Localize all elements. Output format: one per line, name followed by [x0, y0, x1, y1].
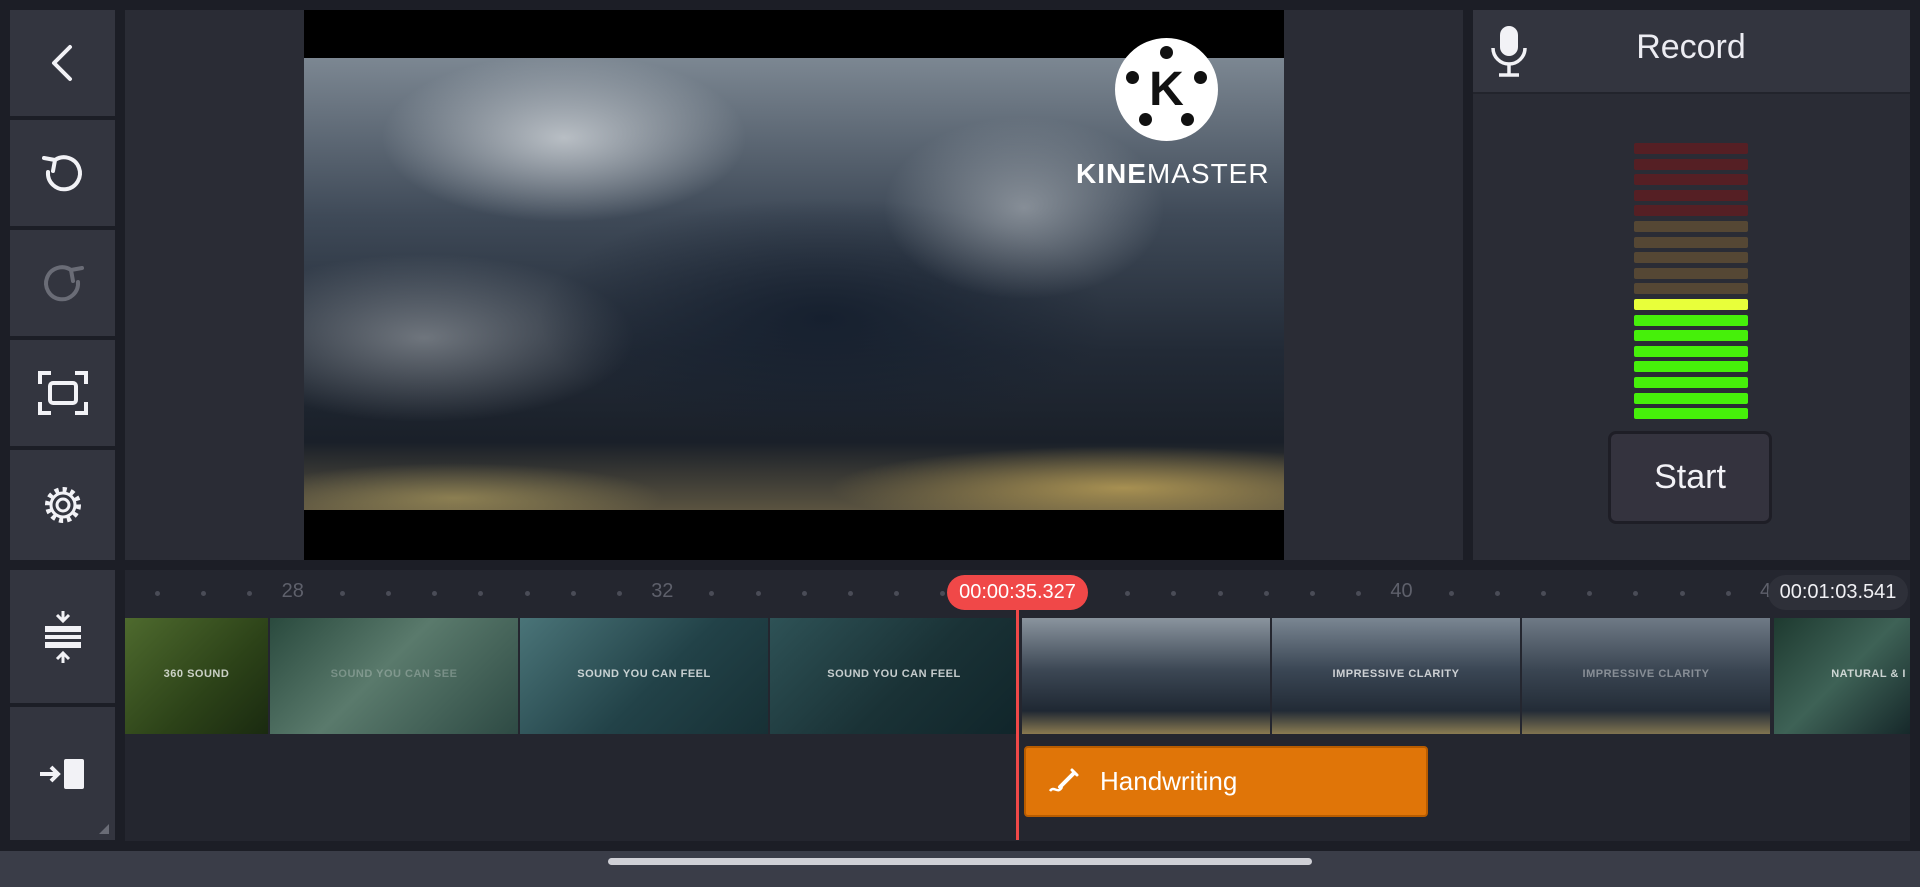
corner-indicator-icon: [99, 824, 109, 834]
ruler-tick: [1310, 591, 1315, 596]
ruler-tick: [247, 591, 253, 596]
ruler-tick: [155, 591, 160, 596]
level-segment: [1634, 236, 1748, 248]
redo-button[interactable]: [10, 230, 115, 336]
ruler-tick: [478, 591, 484, 596]
back-button[interactable]: [10, 10, 115, 116]
ruler-tick: [709, 591, 715, 596]
playhead-line[interactable]: [1016, 606, 1019, 840]
ruler-tick: [1217, 591, 1223, 596]
start-record-button[interactable]: Start: [1608, 431, 1772, 524]
level-segment: [1634, 143, 1748, 154]
video-clip[interactable]: SOUND YOU CAN FEEL: [770, 618, 1018, 734]
ruler-tick: [848, 591, 853, 596]
undo-icon: [41, 155, 82, 192]
jump-to-end-button[interactable]: [10, 707, 115, 840]
handwriting-layer-clip[interactable]: Handwriting: [1024, 746, 1428, 817]
ruler-tick: [1725, 591, 1731, 596]
level-segment: [1634, 408, 1748, 420]
ruler-tick: [1356, 591, 1362, 596]
video-clip[interactable]: SOUND YOU CAN SEE: [270, 618, 518, 734]
timeline-adjust-button[interactable]: [10, 570, 115, 703]
handwriting-icon: [1048, 768, 1079, 792]
timeline-adjust-icon: [44, 610, 81, 663]
level-segment: [1634, 189, 1748, 201]
ruler-tick: [755, 591, 761, 596]
ruler-label: 28: [281, 580, 304, 602]
ruler-tick: [339, 591, 345, 596]
bottom-bar: [0, 851, 1920, 887]
gear-icon: [44, 487, 81, 523]
settings-button[interactable]: [10, 450, 115, 560]
ruler-tick: [1679, 591, 1685, 596]
fullscreen-icon: [37, 371, 88, 415]
undo-button[interactable]: [10, 120, 115, 226]
ruler-tick: [432, 591, 438, 596]
video-clip[interactable]: 360 SOUND: [125, 618, 268, 734]
ruler-tick: [1587, 591, 1593, 596]
ruler-label: 32: [651, 580, 674, 602]
level-segment: [1634, 392, 1748, 404]
ruler-label: 40: [1390, 580, 1413, 602]
ruler-tick: [1263, 591, 1269, 596]
level-segment: [1634, 267, 1748, 279]
kinemaster-logo: K: [1115, 38, 1218, 141]
redo-icon: [43, 265, 84, 302]
level-segment: [1634, 330, 1748, 342]
level-segment: [1634, 283, 1748, 295]
ruler-tick: [1541, 591, 1546, 596]
ruler-tick: [386, 591, 391, 596]
ruler-tick: [1633, 591, 1639, 596]
ruler-tick: [1494, 591, 1500, 596]
level-segment: [1634, 376, 1748, 388]
level-segment: [1634, 205, 1748, 217]
video-clip[interactable]: [1022, 618, 1270, 734]
level-segment: [1634, 158, 1748, 170]
level-segment: [1634, 345, 1748, 357]
ruler-tick: [894, 591, 900, 596]
ruler-tick: [801, 591, 807, 596]
watermark-text: KINEMASTER: [1076, 158, 1270, 189]
level-segment: [1634, 314, 1748, 326]
ruler-tick: [1125, 591, 1131, 596]
video-clip[interactable]: NATURAL & I: [1774, 618, 1910, 734]
ruler-tick: [1171, 591, 1177, 596]
ruler-tick: [1448, 591, 1454, 596]
fullscreen-button[interactable]: [10, 340, 115, 446]
level-segment: [1634, 252, 1748, 264]
record-title: Record: [1636, 28, 1746, 66]
level-segment: [1634, 361, 1748, 373]
ruler-tick: [570, 591, 576, 596]
total-duration: 00:01:03.541: [1768, 575, 1908, 610]
microphone-icon: [1491, 26, 1527, 77]
level-segment: [1634, 174, 1748, 186]
chevron-left-icon: [51, 45, 72, 81]
ruler-tick: [617, 591, 622, 596]
level-segment: [1634, 220, 1748, 232]
home-indicator[interactable]: [608, 858, 1312, 865]
jump-to-end-icon: [39, 758, 84, 789]
ruler-tick: [524, 591, 530, 596]
video-clip[interactable]: IMPRESSIVE CLARITY: [1272, 618, 1520, 734]
video-clip[interactable]: IMPRESSIVE CLARITY: [1522, 618, 1770, 734]
video-clip[interactable]: SOUND YOU CAN FEEL: [520, 618, 768, 734]
playhead-time[interactable]: 00:00:35.327: [947, 575, 1088, 610]
audio-level-meter: [1634, 143, 1748, 424]
ruler-tick: [940, 591, 946, 596]
layer-label: Handwriting: [1100, 766, 1238, 796]
level-segment: [1634, 298, 1748, 310]
ruler-tick: [201, 591, 207, 596]
